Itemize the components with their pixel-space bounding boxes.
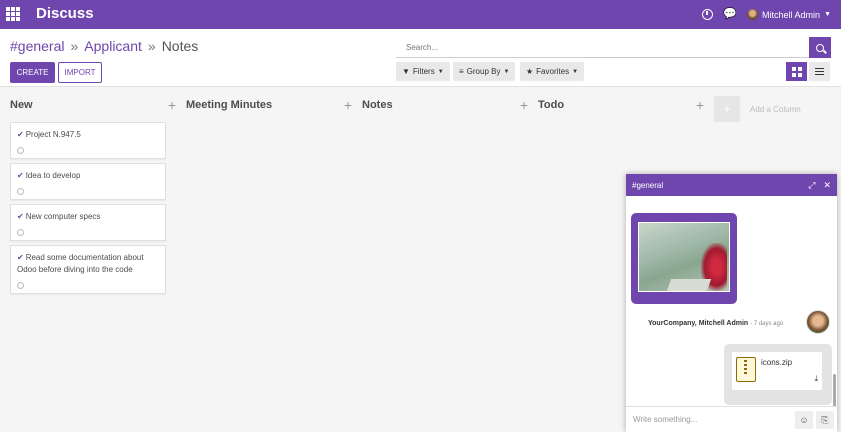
user-avatar (747, 9, 759, 20)
add-card-icon[interactable]: + (520, 97, 528, 113)
favorites-dropdown[interactable]: ★ Favorites ▼ (520, 62, 585, 81)
search-input[interactable]: Search... (396, 37, 809, 58)
card-title: Project N.947.5 (25, 130, 81, 139)
favorites-label: Favorites (536, 67, 570, 76)
add-column[interactable]: + Add a Column (714, 96, 801, 122)
attachment-image[interactable] (638, 222, 730, 292)
kanban-column-meeting-minutes: Meeting Minutes + (186, 92, 352, 118)
breadcrumb-applicant[interactable]: Applicant (84, 38, 142, 54)
import-button[interactable]: IMPORT (58, 62, 102, 83)
filters-label: Filters (412, 67, 435, 76)
chat-window: #general ⤢ ✕ YourCompany, Mitchell Admin… (626, 174, 837, 432)
card-title: New computer specs (25, 212, 101, 221)
navbar-systray: 💬 Mitchell Admin ▼ (702, 0, 831, 29)
check-icon: ✔ (17, 171, 24, 180)
check-icon: ✔ (17, 130, 24, 139)
activity-clock-icon[interactable] (17, 188, 24, 195)
add-card-icon[interactable]: + (168, 97, 176, 113)
close-icon[interactable]: ✕ (823, 180, 831, 191)
chat-scrollbar[interactable] (833, 374, 836, 406)
group-by-label: Group By (466, 67, 501, 76)
add-card-icon[interactable]: + (696, 97, 704, 113)
search-icon (816, 43, 824, 52)
column-header: Notes + (362, 92, 528, 118)
top-navbar: Discuss 💬 Mitchell Admin ▼ (0, 0, 841, 29)
control-panel: #general » Applicant » Notes CREATE IMPO… (0, 29, 841, 87)
kanban-card[interactable]: ✔ Idea to develop (10, 163, 166, 200)
column-title: New (10, 99, 33, 111)
user-name: Mitchell Admin (762, 9, 821, 20)
breadcrumb-separator: » (70, 38, 79, 54)
card-title: Read some documentation about Odoo befor… (17, 253, 144, 274)
kanban-column-notes: Notes + (362, 92, 528, 118)
author-avatar (806, 310, 830, 334)
card-title: Idea to develop (25, 171, 81, 180)
column-header: Meeting Minutes + (186, 92, 352, 118)
chevron-down-icon: ▼ (824, 11, 831, 18)
attachment-name: icons.zip (761, 358, 793, 367)
breadcrumb-separator: » (147, 38, 156, 54)
chat-thread: YourCompany, Mitchell Admin - 7 days ago… (626, 196, 837, 406)
messaging-icon[interactable]: 💬 (723, 9, 737, 20)
search-button[interactable] (809, 37, 831, 58)
list-view-button[interactable] (809, 62, 830, 81)
breadcrumb: #general » Applicant » Notes (10, 38, 198, 54)
user-menu[interactable]: Mitchell Admin ▼ (747, 9, 831, 20)
chat-composer: Write something... ☺ ⎘ (626, 406, 837, 432)
check-icon: ✔ (17, 212, 24, 221)
plus-icon[interactable]: + (714, 96, 740, 122)
file-message-bubble: icons.zip ⤓ (724, 344, 832, 405)
add-column-label[interactable]: Add a Column (750, 105, 801, 114)
chevron-down-icon: ▼ (572, 68, 579, 75)
column-title: Todo (538, 99, 565, 111)
download-icon[interactable]: ⤓ (814, 374, 818, 384)
column-header: Todo + (538, 92, 704, 118)
kanban-view-button[interactable] (786, 62, 807, 81)
chevron-down-icon: ▼ (437, 68, 444, 75)
kanban-column-todo: Todo + (538, 92, 704, 118)
filters-dropdown[interactable]: ▼ Filters ▼ (396, 62, 450, 81)
breadcrumb-current: Notes (161, 38, 199, 54)
create-button[interactable]: CREATE (10, 62, 55, 83)
group-by-dropdown[interactable]: ≡ Group By ▼ (453, 62, 516, 81)
activity-clock-icon[interactable] (17, 282, 24, 289)
column-title: Meeting Minutes (186, 99, 273, 111)
activity-clock-icon[interactable] (702, 9, 714, 20)
message-author: YourCompany, Mitchell Admin (648, 320, 749, 327)
column-header: New + (10, 92, 176, 118)
app-title: Discuss (36, 5, 94, 22)
add-card-icon[interactable]: + (344, 97, 352, 113)
breadcrumb-general[interactable]: #general (10, 38, 65, 54)
kanban-column-new: New + ✔ Project N.947.5 ✔ Idea to develop … (10, 92, 176, 294)
message-input[interactable]: Write something... (633, 415, 697, 424)
chevron-down-icon: ▼ (503, 68, 510, 75)
emoji-icon[interactable]: ☺ (795, 411, 813, 429)
expand-icon[interactable]: ⤢ (808, 180, 815, 191)
zip-file-icon (736, 357, 756, 382)
star-icon: ★ (526, 67, 534, 76)
kanban-card[interactable]: ✔ New computer specs (10, 204, 166, 241)
message-time: - 7 days ago (750, 321, 784, 327)
paperclip-icon[interactable]: ⎘ (816, 411, 834, 429)
kanban-card[interactable]: ✔ Read some documentation about Odoo befo… (10, 245, 166, 294)
attachment-card[interactable]: icons.zip ⤓ (732, 352, 822, 390)
bars-icon: ≡ (459, 67, 464, 76)
check-icon: ✔ (17, 253, 24, 262)
message-meta: YourCompany, Mitchell Admin - 7 days ago (648, 320, 783, 327)
kanban-card[interactable]: ✔ Project N.947.5 (10, 122, 166, 159)
column-title: Notes (362, 99, 393, 111)
apps-menu-icon[interactable] (6, 7, 20, 21)
chat-title: #general (632, 180, 664, 190)
chat-header[interactable]: #general ⤢ ✕ (626, 174, 837, 196)
activity-clock-icon[interactable] (17, 147, 24, 154)
filter-icon: ▼ (402, 67, 410, 76)
image-message-bubble (631, 213, 737, 304)
activity-clock-icon[interactable] (17, 229, 24, 236)
